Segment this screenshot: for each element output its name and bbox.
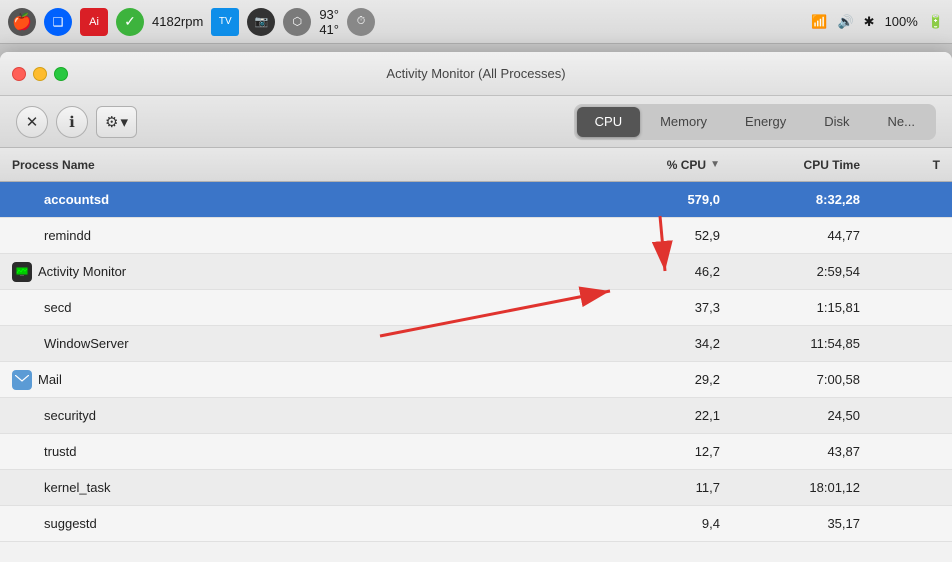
cpu-time-cell: 11:54,85 xyxy=(732,336,872,351)
rpm-display: 4182rpm xyxy=(152,14,203,29)
cpu-time-cell: 35,17 xyxy=(732,516,872,531)
tab-energy[interactable]: Energy xyxy=(727,107,804,137)
checkmark-icon[interactable]: ✓ xyxy=(116,8,144,36)
process-name-cell: securityd xyxy=(0,408,592,423)
table-row[interactable]: remindd 52,9 44,77 xyxy=(0,218,952,254)
cpu-percent-cell: 37,3 xyxy=(592,300,732,315)
col-cpu-time[interactable]: CPU Time xyxy=(732,158,872,172)
view-tab-group: CPU Memory Energy Disk Ne... xyxy=(574,104,936,140)
table-row[interactable]: Mail 29,2 7:00,58 xyxy=(0,362,952,398)
process-name-cell: accountsd xyxy=(0,192,592,207)
activity-monitor-window: Activity Monitor (All Processes) ✕ ℹ ⚙ ▾… xyxy=(0,52,952,562)
table-row[interactable]: accountsd 579,0 8:32,28 xyxy=(0,182,952,218)
process-app-icon xyxy=(12,262,32,282)
cpu-percent-cell: 29,2 xyxy=(592,372,732,387)
table-row[interactable]: secd 37,3 1:15,81 xyxy=(0,290,952,326)
wifi-icon[interactable]: 📶 xyxy=(811,14,827,30)
tab-memory[interactable]: Memory xyxy=(642,107,725,137)
col-cpu-percent[interactable]: % CPU ▼ xyxy=(592,158,732,172)
creative-cloud-icon[interactable]: Ai xyxy=(80,8,108,36)
process-app-icon xyxy=(12,370,32,390)
table-row[interactable]: trustd 12,7 43,87 xyxy=(0,434,952,470)
window-title: Activity Monitor (All Processes) xyxy=(386,66,565,81)
menubar: 🍎 ❑ Ai ✓ 4182rpm TV 📷 ⬡ 93°41° ⏱ 📶 🔊 ✱ 1… xyxy=(0,0,952,44)
cpu-time-cell: 18:01,12 xyxy=(732,480,872,495)
process-name-cell: remindd xyxy=(0,228,592,243)
table-row[interactable]: WindowServer 34,2 11:54,85 xyxy=(0,326,952,362)
cpu-percent-cell: 22,1 xyxy=(592,408,732,423)
cpu-percent-cell: 9,4 xyxy=(592,516,732,531)
table-row[interactable]: suggestd 9,4 35,17 xyxy=(0,506,952,542)
battery-percent: 100% xyxy=(885,14,918,29)
dropbox-icon[interactable]: ❑ xyxy=(44,8,72,36)
cpu-time-cell: 7:00,58 xyxy=(732,372,872,387)
tab-disk[interactable]: Disk xyxy=(806,107,867,137)
minimize-button[interactable] xyxy=(33,67,47,81)
bluetooth-icon[interactable]: ✱ xyxy=(864,14,875,30)
cpu-percent-cell: 34,2 xyxy=(592,336,732,351)
cpu-time-cell: 43,87 xyxy=(732,444,872,459)
titlebar: Activity Monitor (All Processes) xyxy=(0,52,952,96)
camera-icon[interactable]: 📷 xyxy=(247,8,275,36)
apple-menu-icon[interactable]: 🍎 xyxy=(8,8,36,36)
col-threads[interactable]: T xyxy=(872,158,952,172)
traffic-lights xyxy=(12,67,68,81)
sort-arrow-icon: ▼ xyxy=(710,159,720,170)
process-name-cell: trustd xyxy=(0,444,592,459)
volume-icon[interactable]: 🔊 xyxy=(837,14,853,30)
table-row[interactable]: securityd 22,1 24,50 xyxy=(0,398,952,434)
tab-cpu[interactable]: CPU xyxy=(577,107,640,137)
cpu-percent-cell: 579,0 xyxy=(592,192,732,207)
tab-network[interactable]: Ne... xyxy=(870,107,933,137)
process-name-cell: WindowServer xyxy=(0,336,592,351)
time-machine-icon[interactable]: ⏱ xyxy=(347,8,375,36)
chip-icon[interactable]: ⬡ xyxy=(283,8,311,36)
col-process-name[interactable]: Process Name xyxy=(0,158,592,172)
cpu-time-cell: 44,77 xyxy=(732,228,872,243)
quit-process-button[interactable]: ✕ xyxy=(16,106,48,138)
cpu-time-cell: 2:59,54 xyxy=(732,264,872,279)
cpu-percent-cell: 11,7 xyxy=(592,480,732,495)
toolbar: ✕ ℹ ⚙ ▾ CPU Memory Energy Disk Ne... xyxy=(0,96,952,148)
table-row[interactable]: kernel_task 11,7 18:01,12 xyxy=(0,470,952,506)
process-name-cell: secd xyxy=(0,300,592,315)
process-name-cell: Activity Monitor xyxy=(0,262,592,282)
maximize-button[interactable] xyxy=(54,67,68,81)
process-table[interactable]: Process Name % CPU ▼ CPU Time T accounts… xyxy=(0,148,952,562)
table-header: Process Name % CPU ▼ CPU Time T xyxy=(0,148,952,182)
process-name-cell: Mail xyxy=(0,370,592,390)
process-name-cell: kernel_task xyxy=(0,480,592,495)
action-menu-button[interactable]: ⚙ ▾ xyxy=(96,106,137,138)
cpu-percent-cell: 12,7 xyxy=(592,444,732,459)
cpu-time-cell: 8:32,28 xyxy=(732,192,872,207)
cpu-percent-cell: 52,9 xyxy=(592,228,732,243)
table-row[interactable]: Activity Monitor 46,2 2:59,54 xyxy=(0,254,952,290)
cpu-time-cell: 1:15,81 xyxy=(732,300,872,315)
process-name-cell: suggestd xyxy=(0,516,592,531)
temp-display: 93°41° xyxy=(319,7,339,37)
cpu-time-cell: 24,50 xyxy=(732,408,872,423)
inspect-process-button[interactable]: ℹ xyxy=(56,106,88,138)
teamviewer-icon[interactable]: TV xyxy=(211,8,239,36)
cpu-percent-cell: 46,2 xyxy=(592,264,732,279)
close-button[interactable] xyxy=(12,67,26,81)
battery-icon: 🔋 xyxy=(928,14,944,30)
